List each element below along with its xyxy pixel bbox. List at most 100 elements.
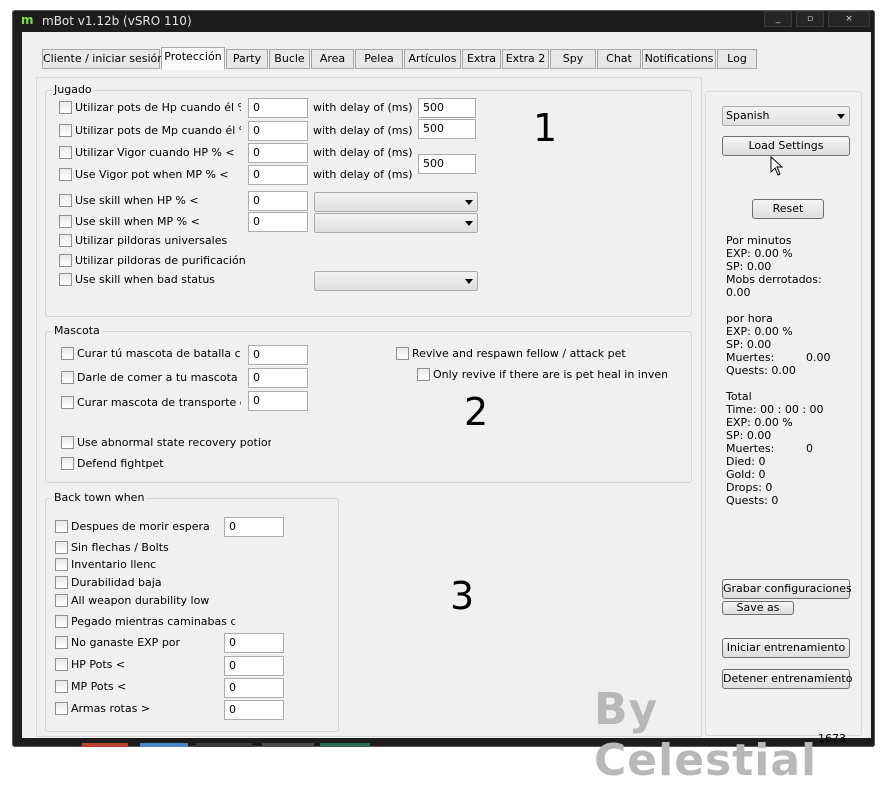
bad-status-dropdown[interactable] (314, 271, 478, 291)
window-title: mBot v1.12b (vSRO 110) (42, 14, 192, 28)
mp-delay-input[interactable]: 500 (418, 119, 476, 139)
total-quests: Quests: 0 (726, 494, 779, 507)
tab-bucle[interactable]: Bucle (269, 49, 310, 69)
mp-pots-low-input[interactable]: 0 (224, 678, 284, 698)
checkbox-vigor-mp[interactable]: Use Vigor pot when MP % < (59, 168, 241, 182)
checkbox-skill-hp[interactable]: Use skill when HP % < (59, 194, 241, 208)
total-time: Time: 00 : 00 : 00 (726, 403, 824, 416)
skill-mp-dropdown[interactable] (314, 213, 478, 233)
hp-delay-input[interactable]: 500 (418, 98, 476, 118)
tab-proteccion[interactable]: Protección (161, 47, 225, 70)
checkbox-abnormal-potion[interactable]: Use abnormal state recovery potion (61, 436, 271, 450)
per-minute-title: Por minutos (726, 234, 792, 247)
skill-hp-input[interactable]: 0 (248, 191, 308, 211)
title-bar: m mBot v1.12b (vSRO 110) _ ▫ × (12, 10, 875, 32)
checkbox-universal-pills[interactable]: Utilizar pildoras universales (59, 234, 241, 248)
hp-pots-percent-input[interactable]: 0 (248, 98, 308, 118)
no-exp-input[interactable]: 0 (224, 633, 284, 653)
per-hour-exp: EXP: 0.00 % (726, 325, 793, 338)
total-deaths-label: Muertes: (726, 442, 775, 455)
load-settings-button[interactable]: Load Settings (722, 136, 850, 156)
chevron-down-icon (465, 279, 473, 284)
annotation-2: 2 (464, 390, 489, 434)
tab-cliente[interactable]: Cliente / iniciar sesión (42, 49, 164, 69)
vigor-mp-input[interactable]: 0 (248, 165, 308, 185)
total-deaths-value: 0 (806, 442, 813, 455)
checkbox-feed-pet[interactable]: Darle de comer a tu mascota de ba (61, 371, 241, 385)
tab-extra[interactable]: Extra (462, 49, 501, 69)
tab-area[interactable]: Area (311, 49, 354, 69)
tab-articulos[interactable]: Artículos (404, 49, 461, 69)
checkbox-defend-fightpet[interactable]: Defend fightpet (61, 457, 241, 471)
checkbox-purification-pills[interactable]: Utilizar pildoras de purificación (59, 254, 249, 268)
total-gold: Gold: 0 (726, 468, 766, 481)
tab-log[interactable]: Log (717, 49, 757, 69)
checkbox-stuck[interactable]: Pegado mientras caminabas de vu (55, 615, 235, 629)
checkbox-low-durability[interactable]: Durabilidad baja (55, 576, 225, 590)
total-died: Died: 0 (726, 455, 766, 468)
language-dropdown[interactable]: Spanish (722, 106, 850, 126)
mouse-cursor-icon (770, 156, 784, 176)
reset-button[interactable]: Reset (752, 199, 824, 219)
chevron-down-icon (465, 221, 473, 226)
checkbox-no-arrows[interactable]: Sin flechas / Bolts (55, 541, 225, 555)
cure-transport-input[interactable]: 0 (248, 391, 308, 411)
chevron-down-icon (837, 114, 845, 119)
checkbox-vigor-hp[interactable]: Utilizar Vigor cuando HP % < (59, 146, 241, 160)
checkbox-mp-pots[interactable]: Utilizar pots de Mp cuando él % de (59, 124, 241, 138)
checkbox-inventory-full[interactable]: Inventario llenc (55, 558, 225, 572)
maximize-button[interactable]: ▫ (796, 11, 824, 27)
checkbox-after-death[interactable]: Despues de morir espera (55, 520, 215, 534)
save-as-button[interactable]: Save as (722, 601, 794, 615)
checkbox-mp-pots-low[interactable]: MP Pots < (55, 680, 215, 694)
total-sp: SP: 0.00 (726, 429, 772, 442)
side-panel: Spanish Load Settings Reset Por minutos … (705, 91, 862, 736)
checkbox-revive-pet[interactable]: Revive and respawn fellow / attack pet (396, 347, 636, 361)
vigor-delay-input[interactable]: 500 (418, 154, 476, 174)
group-jugado: Jugado Utilizar pots de Hp cuando él % d… (45, 83, 692, 317)
checkbox-broken-weapons[interactable]: Armas rotas > (55, 702, 215, 716)
tab-extra2[interactable]: Extra 2 (502, 49, 549, 69)
checkbox-cure-battle-pet[interactable]: Curar tú mascota de batalla cuando (61, 347, 241, 361)
taskbar-item (320, 743, 370, 747)
skill-mp-input[interactable]: 0 (248, 212, 308, 232)
vigor-hp-delay-label: with delay of (ms) (313, 146, 413, 159)
per-hour-title: por hora (726, 312, 773, 325)
group-title-mascota: Mascota (52, 324, 102, 337)
cure-battle-pet-input[interactable]: 0 (248, 345, 308, 365)
tab-chat[interactable]: Chat (597, 49, 641, 69)
close-button[interactable]: × (828, 11, 870, 27)
per-hour-deaths-value: 0.00 (806, 351, 831, 364)
vigor-hp-input[interactable]: 0 (248, 143, 308, 163)
tab-pelea[interactable]: Pelea (355, 49, 403, 69)
feed-pet-input[interactable]: 0 (248, 368, 308, 388)
tab-party[interactable]: Party (226, 49, 268, 69)
chevron-down-icon (465, 200, 473, 205)
hp-delay-label: with delay of (ms) (313, 101, 413, 114)
vigor-mp-delay-label: with delay of (ms) (313, 168, 413, 181)
checkbox-hp-pots-low[interactable]: HP Pots < (55, 658, 215, 672)
save-config-button[interactable]: Grabar configuraciones (722, 579, 852, 599)
broken-weapons-input[interactable]: 0 (224, 700, 284, 720)
checkbox-all-weapon[interactable]: All weapon durability low (55, 594, 225, 608)
minimize-button[interactable]: _ (764, 11, 792, 27)
checkbox-bad-status[interactable]: Use skill when bad status (59, 273, 241, 287)
status-number: 1673 (818, 732, 846, 745)
taskbar-item (196, 743, 252, 747)
hp-pots-low-input[interactable]: 0 (224, 656, 284, 676)
checkbox-only-revive[interactable]: Only revive if there are is pet heal in … (417, 368, 667, 382)
mp-pots-percent-input[interactable]: 0 (248, 121, 308, 141)
tab-spy[interactable]: Spy (550, 49, 596, 69)
app-window: m mBot v1.12b (vSRO 110) _ ▫ × Cliente /… (12, 10, 875, 786)
checkbox-cure-transport[interactable]: Curar mascota de transporte cuar (61, 396, 241, 410)
after-death-input[interactable]: 0 (224, 517, 284, 537)
start-training-button[interactable]: Iniciar entrenamiento (722, 638, 850, 658)
checkbox-hp-pots[interactable]: Utilizar pots de Hp cuando él % de (59, 101, 241, 115)
skill-hp-dropdown[interactable] (314, 192, 478, 212)
checkbox-skill-mp[interactable]: Use skill when MP % < (59, 215, 241, 229)
per-minute-mobs-label: Mobs derrotados: (726, 273, 822, 286)
checkbox-no-exp[interactable]: No ganaste EXP por (55, 636, 215, 650)
group-backtown: Back town when Despues de morir espera 0… (45, 491, 339, 732)
group-mascota: Mascota Curar tú mascota de batalla cuan… (45, 324, 692, 483)
tab-notifications[interactable]: Notifications (642, 49, 716, 69)
